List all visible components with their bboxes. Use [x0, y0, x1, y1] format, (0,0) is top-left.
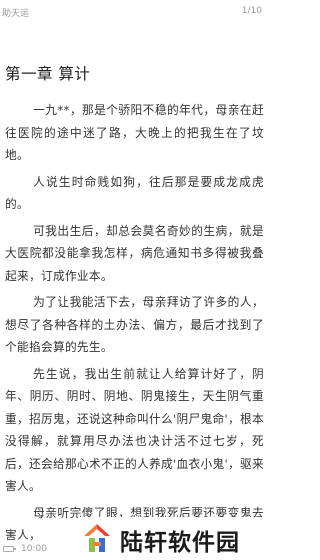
watermark-text: 陆轩软件园 [120, 530, 240, 556]
paragraph: 为了让我能活下去，母亲拜访了许多的人，想尽了各种各样的土办法、偏方，最后才找到了… [5, 295, 264, 354]
clock: 10:00 [21, 544, 47, 554]
paragraph: 人说生时命贱如狗，往后那是要成龙成虎的。 [5, 174, 264, 212]
reader-page[interactable]: 助天运 1/10 第一章 算计 一九**，那是个骄阳不稳的年代，母亲在赶往医院的… [0, 0, 270, 560]
chapter-content: 一九**，那是个骄阳不稳的年代，母亲在赶往医院的途中迷了路，大晚上的把我生在了坟… [5, 99, 264, 551]
battery-icon [3, 546, 16, 552]
site-watermark: 陆轩软件园 [78, 517, 270, 560]
paragraph: 一九**，那是个骄阳不稳的年代，母亲在赶往医院的途中迷了路，大晚上的把我生在了坟… [5, 103, 264, 162]
page-indicator: 1/10 [241, 6, 262, 16]
paragraph: 先生说，我出生前就让人给算计好了，阴年、阴历、阴时、阴地、阴鬼接生，天生阴气重重… [5, 366, 264, 494]
reader-header: 助天运 1/10 [0, 0, 270, 22]
chapter-title: 第一章 算计 [5, 65, 91, 83]
book-title: 助天运 [2, 9, 30, 19]
luxuan-logo-icon [84, 524, 110, 552]
paragraph: 可我出生后，却总会莫名奇妙的生病，就是大医院都没能拿我怎样，病危通知书多得被我叠… [5, 223, 264, 283]
